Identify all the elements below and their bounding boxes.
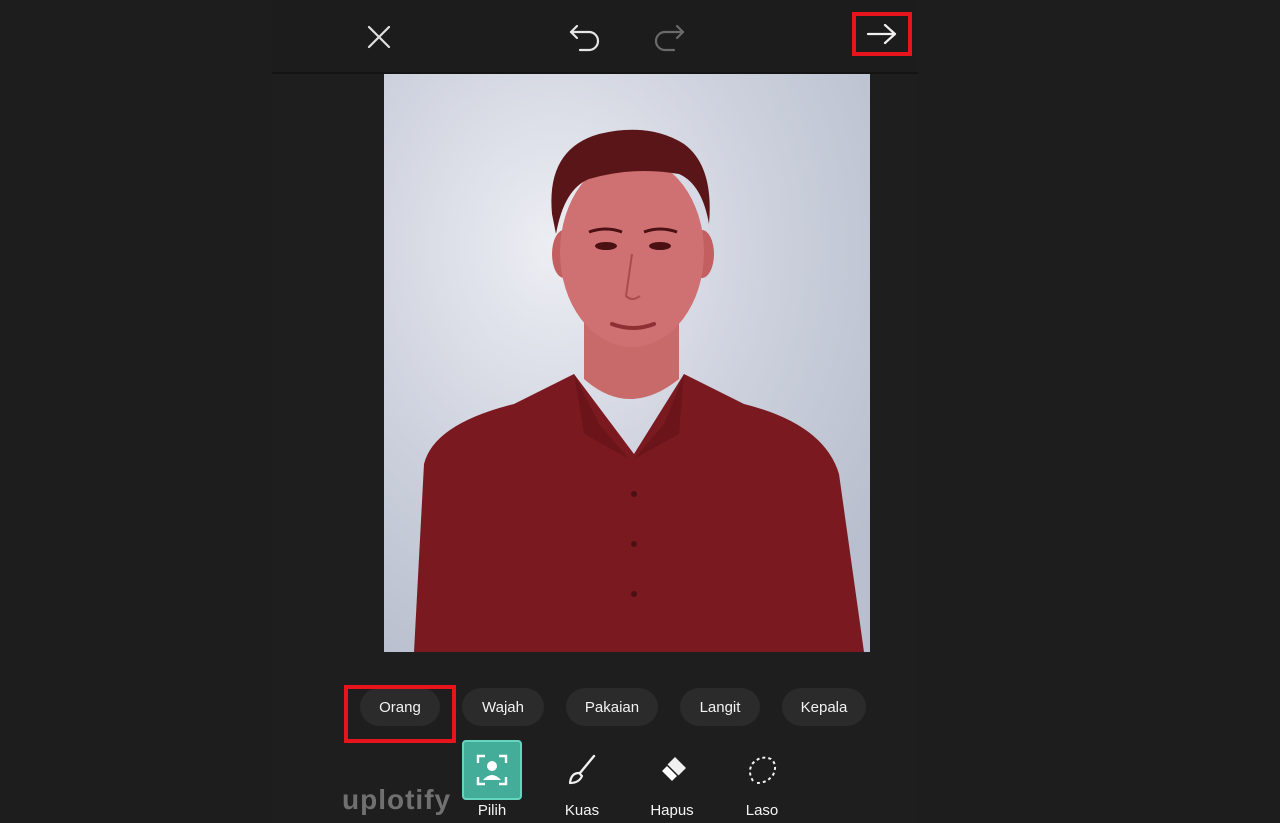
tool-laso[interactable]: Laso (727, 738, 797, 823)
chip-label: Langit (699, 698, 741, 716)
watermark: uplotify (342, 784, 452, 815)
tool-pilih[interactable]: Pilih (457, 738, 527, 823)
close-icon (367, 25, 391, 49)
tool-label: Pilih (477, 802, 507, 819)
chip-orang-highlight (344, 685, 456, 743)
tool-label: Kuas (564, 802, 600, 819)
tool-kuas[interactable]: Kuas (547, 738, 617, 823)
portrait-photo[interactable] (384, 74, 870, 652)
selection-chip-bar: Orang Wajah Pakaian Langit Kepala (0, 688, 1280, 728)
tool-label: Laso (745, 802, 779, 819)
tool-label: Hapus (650, 802, 694, 819)
tool-bar: Pilih Kuas Hapus Laso (0, 738, 1280, 823)
brush-icon (552, 740, 612, 800)
chip-label: Kepala (800, 698, 848, 716)
top-toolbar (272, 0, 918, 74)
chip-label: Wajah (482, 698, 524, 716)
canvas-area (272, 74, 918, 654)
undo-button[interactable] (562, 14, 608, 60)
close-button[interactable] (356, 14, 402, 60)
undo-icon (569, 24, 600, 52)
photo-illustration (384, 74, 870, 652)
chip-label: Pakaian (584, 698, 640, 716)
lasso-icon (732, 740, 792, 800)
chip-pakaian[interactable]: Pakaian (566, 688, 658, 726)
next-button[interactable] (852, 12, 912, 56)
redo-icon (654, 24, 685, 52)
eraser-icon (642, 740, 702, 800)
chip-langit[interactable]: Langit (680, 688, 760, 726)
tool-hapus[interactable]: Hapus (637, 738, 707, 823)
person-select-icon (462, 740, 522, 800)
chip-wajah[interactable]: Wajah (462, 688, 544, 726)
arrow-right-icon (866, 23, 897, 45)
chip-kepala[interactable]: Kepala (782, 688, 866, 726)
redo-button[interactable] (646, 14, 692, 60)
